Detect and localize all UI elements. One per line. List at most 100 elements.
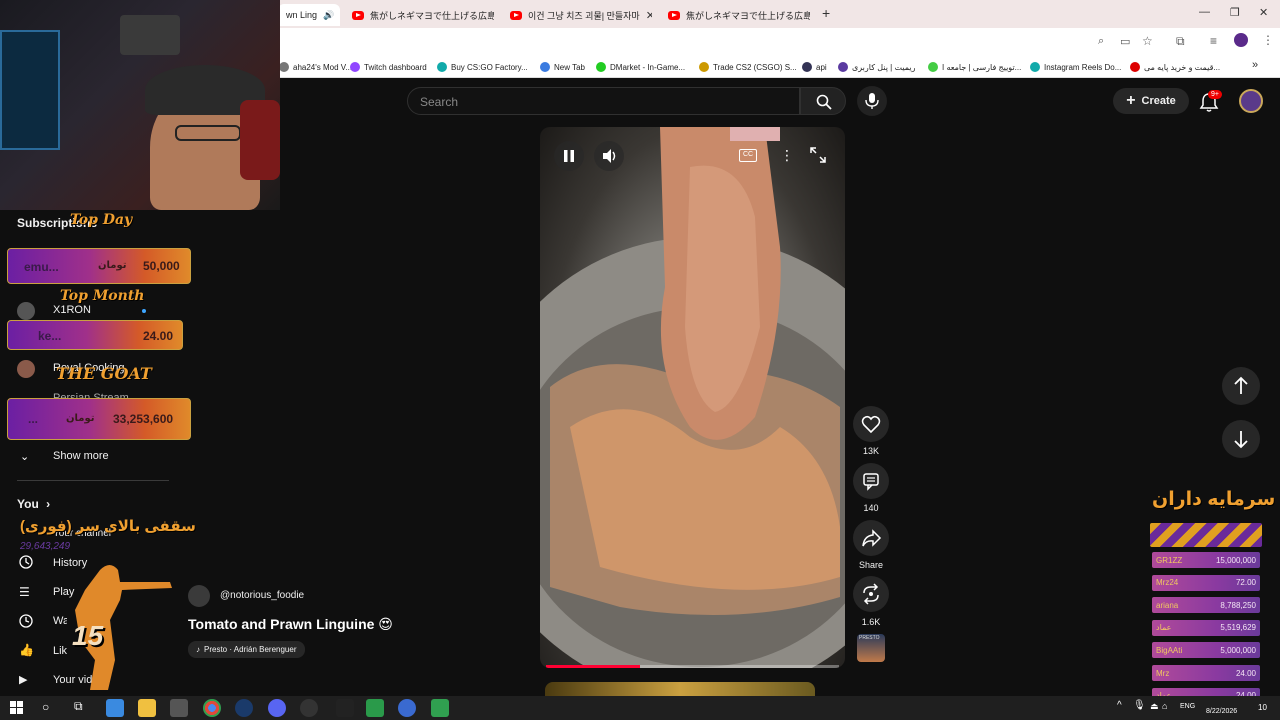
bookmark-item[interactable]: توییج فارسی | جامعه ا... <box>928 59 1021 75</box>
media-control-icon[interactable]: ≡ <box>1210 34 1217 48</box>
bookmark-favicon-icon <box>838 62 848 72</box>
search-taskbar-icon[interactable]: ○ <box>42 700 49 714</box>
chrome-app-icon[interactable] <box>203 699 221 717</box>
remix-button[interactable] <box>853 576 889 612</box>
maximize-icon[interactable]: ❐ <box>1230 6 1240 19</box>
search-input[interactable]: Search <box>407 87 800 115</box>
volume-button[interactable] <box>594 141 624 171</box>
music-chip[interactable]: ♪ Presto · Adrián Berenguer <box>188 641 305 658</box>
bookmark-label: Buy CS:GO Factory... <box>451 62 528 72</box>
previous-video-button[interactable] <box>1222 367 1260 405</box>
the-goat-name: ... <box>28 412 39 426</box>
browser-menu-icon[interactable]: ⋮ <box>1262 33 1274 47</box>
task-view-icon[interactable]: ⧉ <box>74 699 83 714</box>
bookmark-star-icon[interactable]: ☆ <box>1142 34 1153 48</box>
bookmark-item[interactable]: ریمیت | پنل کاربری <box>838 59 915 75</box>
bookmark-item[interactable]: api <box>802 59 827 75</box>
search-button[interactable] <box>800 87 846 115</box>
bookmarks-overflow-icon[interactable]: » <box>1252 59 1258 71</box>
obs-app-icon[interactable] <box>300 699 318 717</box>
show-more-button[interactable]: Show more <box>53 450 109 462</box>
leaderboard-row: عماد 5,519,629 <box>1152 619 1260 636</box>
steam-app-icon[interactable] <box>235 699 253 717</box>
music-thumbnail[interactable]: PRESTO <box>857 634 885 662</box>
chevron-down-icon: ⌄ <box>20 451 30 463</box>
bookmark-item[interactable]: Twitch dashboard <box>350 59 427 75</box>
ceiling-goal-title: سقفی بالای سر (فوری) <box>20 518 196 535</box>
bookmark-label: aha24's Mod V... <box>293 62 353 72</box>
account-avatar[interactable] <box>1239 89 1263 113</box>
minimize-icon[interactable]: — <box>1199 6 1210 18</box>
app-icon[interactable] <box>398 699 416 717</box>
app-icon[interactable] <box>336 699 354 717</box>
voice-search-button[interactable] <box>857 86 887 116</box>
store-app-icon[interactable] <box>170 699 188 717</box>
pause-button[interactable] <box>554 141 584 171</box>
next-video-button[interactable] <box>1222 420 1260 458</box>
profile-avatar[interactable] <box>1234 33 1248 47</box>
usb-tray-icon[interactable]: ⏏ <box>1150 701 1159 712</box>
comment-icon <box>863 473 879 491</box>
mic-tray-icon[interactable]: 🎙 <box>1133 700 1146 711</box>
close-window-icon[interactable]: ✕ <box>1259 6 1268 19</box>
more-options-icon[interactable]: ⋮ <box>780 147 794 164</box>
bookmark-item[interactable]: aha24's Mod V... <box>279 59 352 75</box>
browser-tab[interactable]: 이건 그냥 치즈 괴물| 만들자마 ✕ <box>502 4 652 26</box>
like-button[interactable] <box>853 406 889 442</box>
fullscreen-icon[interactable] <box>810 147 826 168</box>
discord-app-icon[interactable] <box>268 699 286 717</box>
tray-chevron-icon[interactable]: ^ <box>1117 700 1122 711</box>
app-icon[interactable] <box>431 699 449 717</box>
wall-panel-shape <box>120 15 180 55</box>
create-button[interactable]: + Create <box>1113 88 1189 114</box>
channel-avatar[interactable] <box>188 585 210 607</box>
app-icon[interactable] <box>366 699 384 717</box>
notification-center[interactable]: 10 <box>1258 703 1267 712</box>
bookmark-item[interactable]: Instagram Reels Do... <box>1030 59 1121 75</box>
you-section-link[interactable]: You › <box>17 497 50 511</box>
cast-icon[interactable]: ▭ <box>1120 35 1130 48</box>
share-button[interactable] <box>853 520 889 556</box>
bookmark-item[interactable]: Trade CS2 (CSGO) S... <box>699 59 797 75</box>
comments-button[interactable] <box>853 463 889 499</box>
browser-tab[interactable]: 焦がしネギマヨで仕上げる広島流お ✕ <box>660 4 810 26</box>
glasses-shape <box>175 125 241 141</box>
sidebar-sub-x1ron[interactable]: X1RON <box>53 304 91 316</box>
you-heading: You <box>17 497 39 511</box>
browser-tab[interactable]: 焦がしネギマヨで仕上げる広島流お ✕ <box>344 4 494 26</box>
bookmark-item[interactable]: New Tab <box>540 59 585 75</box>
chevron-right-icon: › <box>46 497 51 511</box>
video-title[interactable]: Tomato and Prawn Linguine 😍 <box>188 616 393 633</box>
leaderboard-name: GR1ZZ <box>1156 555 1183 565</box>
bookmark-item[interactable]: DMarket - In-Game... <box>596 59 685 75</box>
progress-track[interactable] <box>546 665 839 668</box>
captions-icon[interactable]: CC <box>739 149 757 162</box>
sidebar-divider <box>17 480 169 481</box>
video-channel-handle[interactable]: @notorious_foodie <box>220 590 304 601</box>
taskbar-date[interactable]: 8/22/2026 <box>1206 708 1237 715</box>
language-indicator[interactable]: ENG <box>1180 703 1195 710</box>
bookmark-favicon-icon <box>437 62 447 72</box>
bookmark-label: New Tab <box>554 62 585 72</box>
windows-start-icon[interactable] <box>10 701 23 714</box>
leaderboard-value: 5,519,629 <box>1220 623 1256 633</box>
edge-app-icon[interactable] <box>106 699 124 717</box>
your-videos-icon: ▶ <box>19 674 28 686</box>
bookmark-favicon-icon <box>350 62 360 72</box>
arrow-down-icon <box>1234 431 1248 449</box>
file-explorer-icon[interactable] <box>138 699 156 717</box>
zoom-icon[interactable]: ⌕ <box>1098 35 1104 48</box>
close-tab-icon[interactable]: ✕ <box>646 9 652 22</box>
bookmark-label: Instagram Reels Do... <box>1044 62 1122 72</box>
next-video-preview[interactable] <box>545 682 815 696</box>
leaderboard-name: Mrz <box>1156 668 1170 678</box>
new-tab-button[interactable]: + <box>822 5 830 21</box>
bookmark-item[interactable]: قیمت و خرید پایه می... <box>1130 59 1220 75</box>
top-day-title: Top Day <box>70 212 133 228</box>
bookmark-label: api <box>816 62 827 72</box>
network-tray-icon[interactable]: ⌂ <box>1162 701 1167 711</box>
shorts-video-player[interactable]: CC ⋮ <box>540 127 845 668</box>
browser-tab-active[interactable]: wn Ling 🔊 ✕ <box>278 4 340 26</box>
bookmark-item[interactable]: Buy CS:GO Factory... <box>437 59 528 75</box>
extensions-icon[interactable]: ⧉ <box>1176 34 1185 49</box>
